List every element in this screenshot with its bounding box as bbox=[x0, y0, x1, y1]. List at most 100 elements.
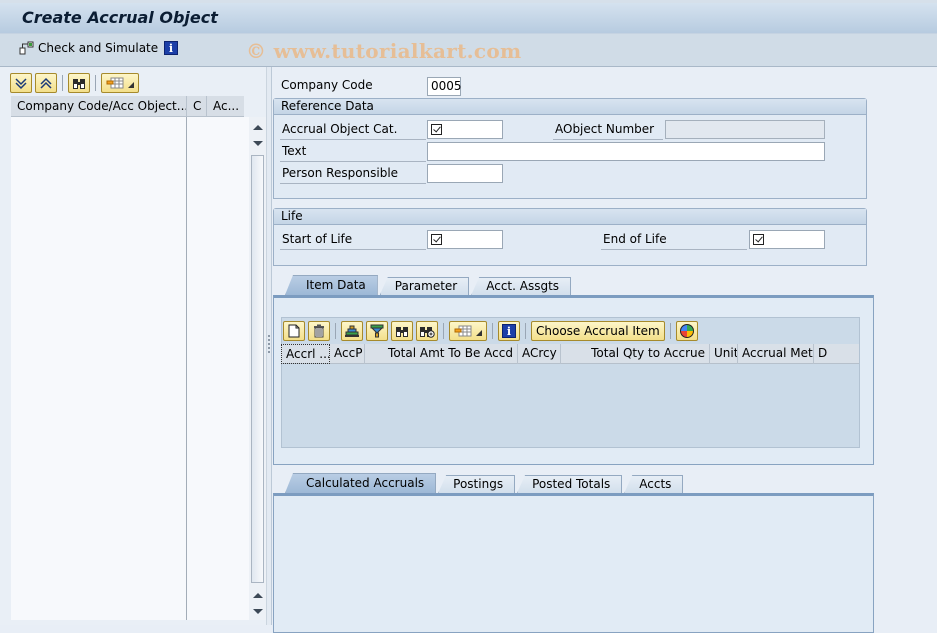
tab-calculated-accruals[interactable]: Calculated Accruals bbox=[285, 473, 437, 493]
tree-column-header[interactable]: Ac... bbox=[207, 96, 244, 116]
find-icon bbox=[73, 78, 85, 89]
check-simulate-icon bbox=[19, 41, 34, 55]
page-title: Create Accrual Object bbox=[22, 8, 218, 27]
arrow-up-icon bbox=[252, 592, 263, 598]
title-bar: Create Accrual Object bbox=[0, 0, 937, 34]
find-button[interactable] bbox=[68, 73, 90, 93]
grid-column-header[interactable]: AccP bbox=[330, 344, 365, 364]
grid-column-header[interactable]: D bbox=[814, 344, 859, 364]
person-responsible-label: Person Responsible bbox=[280, 165, 426, 184]
end-of-life-field[interactable] bbox=[749, 230, 825, 249]
tree-toolbar bbox=[10, 72, 139, 94]
grid-column-header[interactable]: Accrual Meth bbox=[738, 344, 814, 364]
column-divider bbox=[186, 117, 187, 620]
grid-column-header[interactable]: ACrcy bbox=[518, 344, 561, 364]
color-wheel-icon bbox=[679, 324, 694, 338]
delete-item-button[interactable] bbox=[308, 321, 330, 341]
accrual-object-cat-label: Accrual Object Cat. bbox=[280, 121, 426, 140]
color-legend-button[interactable] bbox=[675, 321, 698, 341]
toolbar-separator bbox=[669, 323, 671, 339]
tree-body bbox=[11, 117, 249, 620]
scroll-down-button[interactable] bbox=[251, 136, 264, 150]
grid-column-header[interactable]: Accrl ... bbox=[281, 344, 330, 364]
toolbar-separator bbox=[62, 75, 63, 91]
toolbar-separator bbox=[335, 323, 336, 339]
info-icon: i bbox=[502, 324, 516, 338]
filter-button[interactable] bbox=[366, 321, 388, 341]
text-field[interactable] bbox=[427, 142, 825, 161]
find-next-icon bbox=[420, 326, 435, 338]
arrow-up-icon bbox=[252, 124, 263, 130]
person-responsible-field[interactable] bbox=[427, 164, 503, 183]
arrow-down-icon bbox=[252, 608, 263, 614]
scroll-down-button[interactable] bbox=[251, 604, 264, 618]
tree-vertical-scrollbar[interactable] bbox=[249, 117, 266, 620]
tree-column-header[interactable]: Company Code/Acc Object... bbox=[11, 96, 187, 116]
arrow-down-icon bbox=[252, 140, 263, 146]
collapse-all-icon bbox=[40, 77, 52, 89]
grid-column-header[interactable]: Total Qty to Accrue bbox=[561, 344, 710, 364]
tree-column-header[interactable]: C bbox=[187, 96, 207, 116]
info-button[interactable]: i bbox=[164, 41, 178, 55]
scroll-up-button[interactable] bbox=[251, 120, 264, 134]
layout-button[interactable] bbox=[449, 321, 487, 341]
expand-all-button[interactable] bbox=[10, 73, 32, 93]
filter-icon bbox=[370, 324, 384, 338]
grid-column-header[interactable]: Total Amt To Be Accd bbox=[365, 344, 518, 364]
reference-data-title: Reference Data bbox=[274, 99, 866, 115]
accrual-object-cat-field[interactable] bbox=[427, 120, 503, 139]
tab-parameter[interactable]: Parameter bbox=[379, 277, 470, 295]
new-item-button[interactable] bbox=[283, 321, 305, 341]
scroll-up-button[interactable] bbox=[251, 588, 264, 602]
layout-icon bbox=[106, 77, 124, 89]
tab-posted-totals[interactable]: Posted Totals bbox=[517, 475, 623, 493]
start-of-life-field[interactable] bbox=[427, 230, 503, 249]
tab-item-data[interactable]: Item Data bbox=[285, 275, 378, 295]
life-title: Life bbox=[274, 209, 866, 225]
aobject-number-label: AObject Number bbox=[553, 121, 663, 140]
check-and-simulate-button[interactable]: Check and Simulate bbox=[19, 41, 158, 55]
info-icon: i bbox=[164, 41, 178, 55]
delete-icon bbox=[314, 324, 324, 338]
application-toolbar: Check and Simulate i © www.tutorialkart.… bbox=[0, 34, 937, 67]
scroll-thumb[interactable] bbox=[251, 155, 264, 583]
toolbar-separator bbox=[492, 323, 493, 339]
layout-button[interactable] bbox=[101, 73, 139, 93]
expand-all-icon bbox=[15, 77, 27, 89]
sort-ascending-icon bbox=[345, 325, 359, 337]
object-tree-panel: Company Code/Acc Object... C Ac... bbox=[0, 67, 268, 625]
toolbar-separator bbox=[443, 323, 444, 339]
tab-postings[interactable]: Postings bbox=[438, 475, 516, 493]
company-code-label: Company Code bbox=[281, 78, 373, 92]
calculated-accruals-panel bbox=[273, 493, 874, 633]
toolbar-separator bbox=[525, 323, 526, 339]
layout-icon bbox=[454, 325, 472, 337]
check-and-simulate-label: Check and Simulate bbox=[38, 41, 159, 55]
tab-acct-assgts[interactable]: Acct. Assgts bbox=[471, 277, 572, 295]
result-tabstrip: Calculated Accruals Postings Posted Tota… bbox=[285, 473, 685, 493]
required-checkbox-icon bbox=[431, 234, 442, 245]
end-of-life-label: End of Life bbox=[601, 231, 747, 250]
find-icon bbox=[396, 326, 408, 337]
company-code-field[interactable]: 0005 bbox=[427, 77, 462, 96]
find-button[interactable] bbox=[391, 321, 413, 341]
grid-column-header[interactable]: Unit bbox=[710, 344, 738, 364]
tree-header: Company Code/Acc Object... C Ac... bbox=[11, 96, 244, 117]
required-checkbox-icon bbox=[753, 234, 764, 245]
sort-button[interactable] bbox=[341, 321, 363, 341]
item-grid-header: Accrl ... AccP Total Amt To Be Accd ACrc… bbox=[281, 344, 859, 364]
tab-accts[interactable]: Accts bbox=[624, 475, 684, 493]
item-grid-toolbar: i Choose Accrual Item bbox=[283, 320, 698, 342]
splitter-grip-icon bbox=[268, 335, 270, 353]
toolbar-separator bbox=[95, 75, 96, 91]
info-button[interactable]: i bbox=[498, 321, 520, 341]
new-document-icon bbox=[288, 324, 300, 338]
text-label: Text bbox=[280, 143, 426, 162]
find-next-button[interactable] bbox=[416, 321, 438, 341]
panel-splitter[interactable] bbox=[266, 67, 272, 625]
choose-accrual-item-button[interactable]: Choose Accrual Item bbox=[531, 321, 665, 341]
aobject-number-field bbox=[665, 120, 825, 139]
watermark: © www.tutorialkart.com bbox=[246, 39, 522, 63]
required-checkbox-icon bbox=[431, 124, 442, 135]
collapse-all-button[interactable] bbox=[35, 73, 57, 93]
